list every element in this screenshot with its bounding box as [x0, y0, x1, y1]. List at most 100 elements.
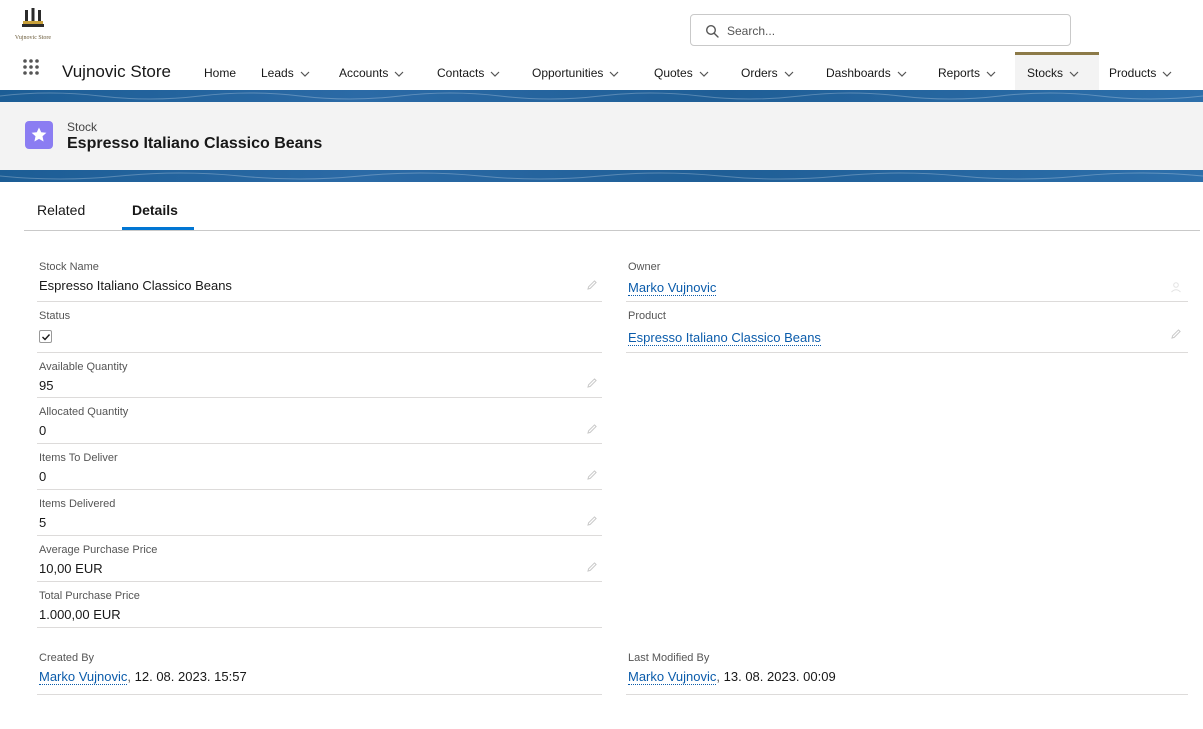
nav-item-products[interactable]: Products [1109, 52, 1172, 90]
field-items-delivered: Items Delivered 5 [37, 496, 602, 536]
field-product: Product Espresso Italiano Classico Beans [626, 308, 1188, 353]
field-stock-name: Stock Name Espresso Italiano Classico Be… [37, 259, 602, 302]
banner-pattern-top [0, 90, 1203, 102]
record-title: Espresso Italiano Classico Beans [67, 135, 323, 152]
chevron-down-icon[interactable] [490, 70, 500, 78]
field-value: 5 [39, 515, 47, 530]
nav-item-label: Products [1109, 66, 1157, 80]
record-tabs: Related Details [24, 198, 1200, 231]
chevron-down-icon[interactable] [300, 70, 310, 78]
created-date: 12. 08. 2023. 15:57 [134, 669, 247, 684]
nav-item-leads[interactable]: Leads [261, 52, 310, 90]
nav-item-label: Accounts [339, 66, 389, 80]
field-label: Average Purchase Price [39, 544, 158, 556]
field-average-purchase-price: Average Purchase Price 10,00 EUR [37, 542, 602, 582]
banner-pattern-graphic [0, 172, 1203, 180]
banner-pattern-bottom [0, 170, 1203, 182]
field-label: Available Quantity [39, 361, 128, 373]
nav-item-accounts[interactable]: Accounts [339, 52, 404, 90]
edit-pencil-icon[interactable] [586, 515, 598, 527]
nav-item-label: Reports [938, 66, 981, 80]
tab-related[interactable]: Related [37, 202, 85, 218]
star-icon [31, 127, 47, 142]
chevron-down-icon[interactable] [784, 70, 794, 78]
field-owner: Owner Marko Vujnovic [626, 259, 1188, 302]
nav-item-stocks[interactable]: Stocks [1015, 52, 1099, 90]
product-link[interactable]: Espresso Italiano Classico Beans [628, 330, 821, 346]
chevron-down-icon[interactable] [1069, 70, 1079, 78]
chevron-down-icon[interactable] [1162, 70, 1172, 78]
field-allocated-quantity: Allocated Quantity 0 [37, 404, 602, 444]
field-label: Allocated Quantity [39, 406, 129, 418]
field-items-to-deliver: Items To Deliver 0 [37, 450, 602, 490]
global-search[interactable] [690, 14, 1071, 46]
chevron-down-icon[interactable] [897, 70, 907, 78]
nav-item-label: Leads [261, 66, 294, 80]
created-by-user-link[interactable]: Marko Vujnovic [39, 669, 128, 685]
nav-item-quotes[interactable]: Quotes [654, 52, 709, 90]
field-label: Status [39, 310, 71, 322]
nav-item-label: Home [204, 66, 237, 80]
edit-pencil-icon[interactable] [1170, 328, 1182, 340]
checkmark-icon [42, 334, 51, 341]
last-modified-date: 13. 08. 2023. 00:09 [723, 669, 836, 684]
nav-item-orders[interactable]: Orders [741, 52, 794, 90]
edit-pencil-icon[interactable] [586, 561, 598, 573]
status-checkbox[interactable] [39, 330, 52, 343]
nav-item-label: Stocks [1027, 66, 1064, 80]
tab-details[interactable]: Details [132, 202, 178, 218]
chevron-down-icon[interactable] [699, 70, 709, 78]
field-available-quantity: Available Quantity 95 [37, 359, 602, 398]
app-launcher-icon[interactable] [22, 58, 40, 76]
chevron-down-icon[interactable] [609, 70, 619, 78]
edit-pencil-icon[interactable] [586, 377, 598, 389]
app-name: Vujnovic Store [62, 62, 171, 81]
nav-item-label: Opportunities [532, 66, 604, 80]
navigation-bar: Vujnovic Store Home Leads Accounts Conta… [0, 52, 1203, 90]
field-label: Last Modified By [628, 652, 710, 664]
field-last-modified-by: Last Modified By Marko Vujnovic, 13. 08.… [626, 650, 1188, 695]
created-by-value: Marko Vujnovic, 12. 08. 2023. 15:57 [39, 669, 247, 685]
edit-pencil-icon[interactable] [586, 279, 598, 291]
field-label: Items To Deliver [39, 452, 118, 464]
field-status: Status [37, 308, 602, 353]
record-type-icon [25, 121, 53, 149]
nav-item-label: Orders [741, 66, 778, 80]
owner-link[interactable]: Marko Vujnovic [628, 280, 717, 296]
last-modified-user-link[interactable]: Marko Vujnovic [628, 669, 717, 685]
nav-item-label: Contacts [437, 66, 485, 80]
nav-item-opportunities[interactable]: Opportunities [532, 52, 619, 90]
nav-item-label: Dashboards [826, 66, 891, 80]
storefront-logo-icon [22, 8, 44, 27]
nav-item-reports[interactable]: Reports [938, 52, 996, 90]
nav-item-label: Quotes [654, 66, 693, 80]
field-value: Espresso Italiano Classico Beans [39, 278, 232, 293]
nav-item-dashboards[interactable]: Dashboards [826, 52, 907, 90]
chevron-down-icon[interactable] [986, 70, 996, 78]
logo-text: Vujnovic Store [14, 35, 52, 41]
nav-item-contacts[interactable]: Contacts [437, 52, 500, 90]
record-header: Stock Espresso Italiano Classico Beans [0, 90, 1203, 182]
field-value: 95 [39, 378, 54, 393]
search-input[interactable] [727, 21, 1057, 41]
edit-pencil-icon[interactable] [586, 423, 598, 435]
nav-item-home[interactable]: Home [204, 52, 236, 90]
field-total-purchase-price: Total Purchase Price 1.000,00 EUR [37, 588, 602, 628]
field-label: Total Purchase Price [39, 590, 140, 602]
banner-pattern-graphic [0, 92, 1203, 100]
edit-pencil-icon[interactable] [586, 469, 598, 481]
change-owner-icon[interactable] [1170, 281, 1182, 293]
field-label: Stock Name [39, 261, 99, 273]
separator: , [716, 669, 721, 684]
separator: , [127, 669, 132, 684]
active-tab-indicator [122, 227, 194, 230]
chevron-down-icon[interactable] [394, 70, 404, 78]
field-value: 10,00 EUR [39, 561, 103, 576]
field-label: Created By [39, 652, 95, 664]
field-label: Product [628, 310, 666, 322]
store-logo[interactable]: Vujnovic Store [9, 8, 57, 46]
search-icon [705, 24, 719, 38]
field-value: 0 [39, 423, 47, 438]
field-label: Owner [628, 261, 661, 273]
field-label: Items Delivered [39, 498, 116, 510]
